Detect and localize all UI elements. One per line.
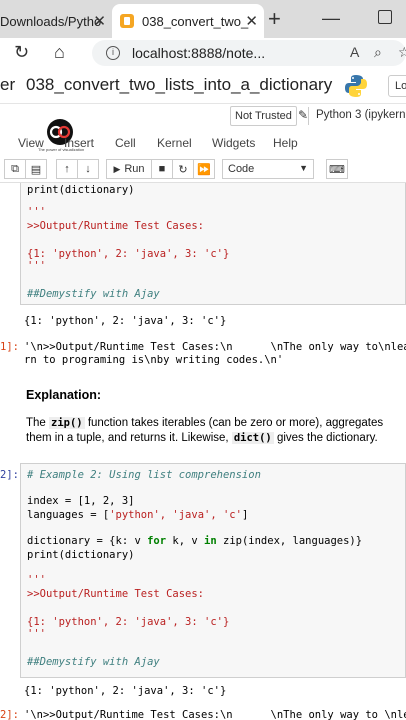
cell-type-select[interactable]: Code ▼ bbox=[222, 159, 314, 179]
new-tab-icon[interactable]: + bbox=[268, 6, 281, 32]
maximize-icon[interactable] bbox=[378, 10, 392, 24]
browser-tab-strip: Downloads/Pytho ✕ 038_convert_two_ ✕ + — bbox=[0, 0, 406, 38]
cell-output-line: '\n>>Output/Runtime Test Cases:\n \nThe … bbox=[24, 709, 406, 720]
code-line: dictionary = {k: v for k, v in zip(index… bbox=[27, 535, 362, 547]
code-line: ##Demystify with Ajay bbox=[27, 656, 160, 668]
notebook-title[interactable]: 038_convert_two_lists_into_a_dictionary bbox=[26, 75, 332, 95]
cell-type-value: Code bbox=[228, 163, 255, 175]
menu-cell[interactable]: Cell bbox=[115, 136, 136, 150]
info-icon[interactable]: i bbox=[106, 46, 120, 60]
close-tab-icon[interactable]: ✕ bbox=[93, 12, 106, 30]
text: gives the dictionary. bbox=[273, 432, 378, 444]
play-icon: ▶ bbox=[113, 163, 121, 174]
logout-button[interactable]: Lo bbox=[388, 75, 406, 97]
code-line: ''' bbox=[27, 260, 46, 272]
python-logo-icon bbox=[345, 75, 367, 97]
divider bbox=[308, 107, 309, 125]
code-line: >>Output/Runtime Test Cases: bbox=[27, 220, 205, 232]
code-token: zip(index, languages)} bbox=[216, 535, 363, 547]
code-line: {1: 'python', 2: 'java', 3: 'c'} bbox=[27, 248, 230, 260]
browser-tab-downloads[interactable]: Downloads/Pytho ✕ bbox=[0, 4, 110, 38]
minimize-icon[interactable]: — bbox=[322, 8, 340, 29]
explanation-paragraph: The zip() function takes iterables (can … bbox=[26, 416, 386, 446]
cell-output-line: '\n>>Output/Runtime Test Cases:\n \nThe … bbox=[24, 341, 406, 353]
paste-icon[interactable]: ▤ bbox=[25, 159, 47, 179]
url-field[interactable]: i localhost:8888/note... A ⌕ ☆ bbox=[92, 40, 406, 66]
jupyter-favicon-icon bbox=[120, 14, 134, 28]
read-aloud-icon[interactable]: A bbox=[350, 44, 359, 60]
browser-tab-notebook[interactable]: 038_convert_two_ ✕ bbox=[112, 4, 264, 38]
tab-label: 038_convert_two_ bbox=[142, 13, 249, 29]
run-button[interactable]: ▶ Run bbox=[106, 159, 152, 179]
cell-stdout: {1: 'python', 2: 'java', 3: 'c'} bbox=[24, 315, 227, 327]
code-line: languages = ['python', 'java', 'c'] bbox=[27, 509, 248, 521]
close-tab-icon[interactable]: ✕ bbox=[245, 12, 258, 30]
code-line: print(dictionary) bbox=[27, 184, 135, 196]
code-cell-input[interactable]: print(dictionary) ''' >>Output/Runtime T… bbox=[20, 183, 406, 305]
notebook-toolbar: ⧉ ▤ ↑ ↓ ▶ Run ■ ↻ ⏩ Code ▼ ⌨ bbox=[0, 157, 406, 183]
interrupt-icon[interactable]: ■ bbox=[151, 159, 173, 179]
out-prompt: 2]: bbox=[0, 709, 19, 720]
cell-stdout: {1: 'python', 2: 'java', 3: 'c'} bbox=[24, 685, 227, 697]
not-trusted-button[interactable]: Not Trusted bbox=[230, 106, 297, 126]
url-text: localhost:8888/note... bbox=[132, 45, 266, 61]
code-token: ] bbox=[241, 509, 249, 521]
command-palette-icon[interactable]: ⌨ bbox=[326, 159, 348, 179]
chevron-down-icon: ▼ bbox=[299, 163, 308, 173]
explanation-heading: Explanation: bbox=[26, 388, 102, 402]
code-line: ''' bbox=[27, 574, 46, 586]
code-inline: dict() bbox=[231, 432, 274, 444]
menu-kernel[interactable]: Kernel bbox=[157, 136, 192, 150]
menu-insert[interactable]: Insert bbox=[64, 136, 94, 150]
header-prefix: er bbox=[0, 75, 16, 94]
code-token: for bbox=[147, 535, 167, 547]
menu-help[interactable]: Help bbox=[273, 136, 298, 150]
notebook-header: er 038_convert_two_lists_into_a_dictiona… bbox=[0, 68, 406, 104]
code-line: print(dictionary) bbox=[27, 549, 135, 561]
code-token: in bbox=[204, 535, 217, 547]
code-line: ##Demystify with Ajay bbox=[27, 288, 160, 300]
in-prompt: 2]: bbox=[0, 469, 19, 481]
code-token: languages = [ bbox=[27, 509, 110, 521]
text: function takes iterables (can be zero or… bbox=[84, 417, 384, 429]
kernel-indicator[interactable]: Python 3 (ipykern bbox=[316, 109, 406, 121]
code-line: >>Output/Runtime Test Cases: bbox=[27, 588, 205, 600]
code-line: ''' bbox=[27, 628, 46, 640]
tab-label: Downloads/Pytho bbox=[0, 13, 102, 29]
favorites-icon[interactable]: ☆ bbox=[398, 44, 406, 61]
out-prompt: 1]: bbox=[0, 341, 19, 353]
code-line: ''' bbox=[27, 206, 46, 218]
notebook-body: print(dictionary) ''' >>Output/Runtime T… bbox=[0, 183, 406, 720]
code-inline: zip() bbox=[49, 417, 85, 429]
copy-icon[interactable]: ⧉ bbox=[4, 159, 26, 179]
text: The bbox=[26, 417, 50, 429]
edit-pencil-icon[interactable]: ✎ bbox=[298, 108, 308, 122]
run-label: Run bbox=[124, 163, 145, 175]
menu-bar: View Insert Cell Kernel Widgets Help bbox=[0, 130, 406, 156]
zoom-icon[interactable]: ⌕ bbox=[374, 44, 382, 61]
address-bar-row: ↻ ⌂ i localhost:8888/note... A ⌕ ☆ bbox=[0, 38, 406, 68]
code-line: index = [1, 2, 3] bbox=[27, 495, 135, 507]
text: them in a tuple, and returns it. Likewis… bbox=[26, 432, 232, 444]
move-up-icon[interactable]: ↑ bbox=[56, 159, 78, 179]
code-token: k, v bbox=[166, 535, 205, 547]
code-cell-input[interactable]: # Example 2: Using list comprehension in… bbox=[20, 463, 406, 678]
restart-run-all-icon[interactable]: ⏩ bbox=[193, 159, 215, 179]
restart-icon[interactable]: ↻ bbox=[172, 159, 194, 179]
menu-widgets[interactable]: Widgets bbox=[212, 136, 255, 150]
refresh-icon[interactable]: ↻ bbox=[14, 42, 29, 63]
code-line: # Example 2: Using list comprehension bbox=[27, 469, 261, 481]
code-line: {1: 'python', 2: 'java', 3: 'c'} bbox=[27, 616, 230, 628]
cell-output-line: rn to programing is\nby writing codes.\n… bbox=[24, 354, 284, 366]
menu-view[interactable]: View bbox=[18, 136, 44, 150]
code-token: dictionary = {k: v bbox=[27, 535, 148, 547]
home-icon[interactable]: ⌂ bbox=[54, 42, 65, 63]
move-down-icon[interactable]: ↓ bbox=[77, 159, 99, 179]
code-token: 'python', 'java', 'c' bbox=[109, 509, 242, 521]
